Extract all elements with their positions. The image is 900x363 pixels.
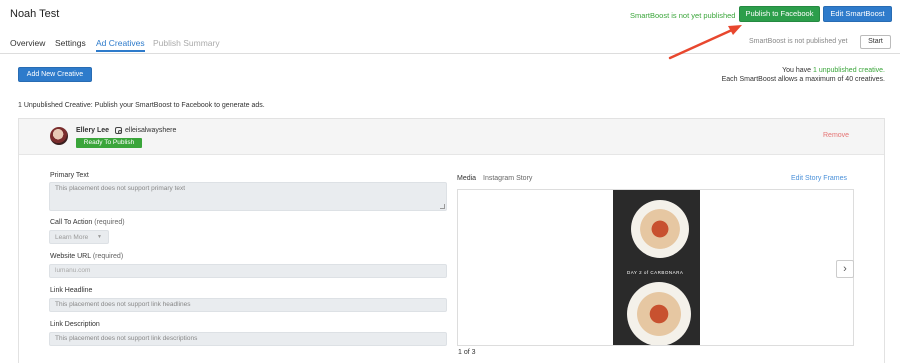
add-new-creative-button[interactable]: Add New Creative [18,67,92,82]
tab-overview[interactable]: Overview [10,38,45,48]
pasta-plate-top [631,200,689,258]
edit-smartboost-button[interactable]: Edit SmartBoost [823,6,892,22]
link-headline-label: Link Headline [50,287,93,294]
primary-text-label: Primary Text [50,172,89,179]
publish-status-text: SmartBoost is not yet published [630,11,736,20]
link-description-label: Link Description [50,321,100,328]
instagram-handle: elleisalwayshere [125,127,177,134]
cta-label: Call To Action (required) [50,219,125,226]
pasta-plate-bottom [627,282,691,345]
link-headline-field[interactable]: This placement does not support link hea… [49,298,447,312]
story-image: DAY 2 of CARBONARA [613,190,700,345]
cta-select[interactable]: Learn More ▼ [49,230,109,244]
creative-card: Ellery Lee elleisalwayshere Ready To Pub… [18,118,885,363]
avatar [50,127,68,145]
info-prefix: You have [782,67,812,74]
tab-instagram-story[interactable]: Instagram Story [483,175,532,182]
annotation-arrow [668,25,742,60]
tab-publish-summary[interactable]: Publish Summary [153,38,220,48]
resize-handle-icon[interactable] [440,204,445,209]
tab-media[interactable]: Media [457,175,476,182]
remove-button[interactable]: Remove [823,132,849,139]
status-badge: Ready To Publish [76,138,142,148]
caret-down-icon: ▼ [97,234,102,240]
media-preview: DAY 2 of CARBONARA › [457,189,854,346]
story-caption: DAY 2 of CARBONARA [627,270,684,275]
chevron-right-icon[interactable]: › [836,260,854,278]
page-title: Noah Test [10,8,60,20]
tab-settings[interactable]: Settings [55,38,86,48]
start-button[interactable]: Start [860,35,891,49]
story-pager: 1 of 3 [458,349,476,356]
unpublished-summary: 1 Unpublished Creative: Publish your Sma… [18,102,265,109]
unpublished-hint: Publish your SmartBoost to Facebook to g… [94,102,265,109]
creative-max-text: Each SmartBoost allows a maximum of 40 c… [721,76,885,83]
website-url-label: Website URL (required) [50,253,124,260]
instagram-icon [115,127,122,134]
unpublished-count: 1 Unpublished Creative: [18,102,93,109]
edit-story-frames-link[interactable]: Edit Story Frames [791,175,847,182]
primary-text-field[interactable]: This placement does not support primary … [49,182,447,211]
link-description-field[interactable]: This placement does not support link des… [49,332,447,346]
website-url-field[interactable]: lumanu.com [49,264,447,278]
cta-value: Learn More [55,234,89,241]
author-name: Ellery Lee [76,127,110,134]
primary-text-value: This placement does not support primary … [55,185,186,192]
unpublished-count-link[interactable]: 1 unpublished creative. [813,67,885,74]
creative-limit-info: You have 1 unpublished creative. Each Sm… [722,66,885,84]
tab-ad-creatives[interactable]: Ad Creatives [96,38,145,52]
creative-card-header: Ellery Lee elleisalwayshere Ready To Pub… [19,119,884,155]
